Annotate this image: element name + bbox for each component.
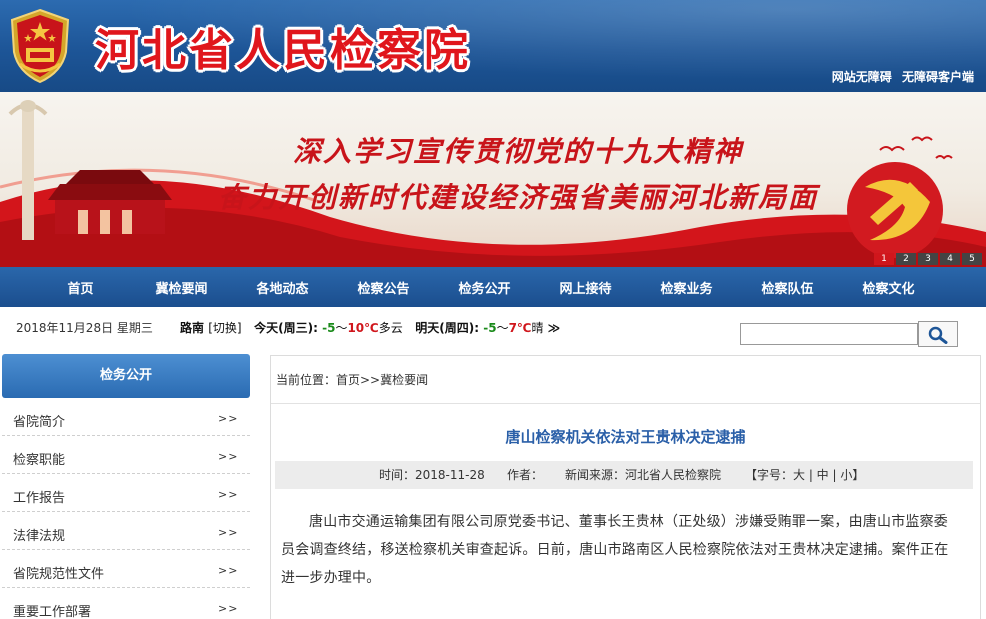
info-bar: 2018年11月28日 星期三 路南 [切换] 今天(周三): -5～10℃多云… xyxy=(0,307,986,347)
divider xyxy=(271,403,980,404)
sidebar-item-laws[interactable]: 法律法规 >> xyxy=(2,512,250,550)
weather-tomorrow-sep: ～ xyxy=(496,321,509,335)
weather-today-high: 10℃ xyxy=(347,321,379,335)
chevron-right-icon: >> xyxy=(218,564,239,577)
weather-tomorrow-low: -5 xyxy=(483,321,497,335)
current-date: 2018年11月28日 星期三 xyxy=(16,321,153,335)
weather-switch-link[interactable]: [切换] xyxy=(208,321,241,335)
nav-affairs-disclosure[interactable]: 检务公开 xyxy=(434,278,535,297)
breadcrumb: 当前位置：首页>>冀检要闻 xyxy=(276,373,429,387)
article-body: 唐山市交通运输集团有限公司原党委书记、董事长王贵林（正处级）涉嫌受贿罪一案，由唐… xyxy=(281,514,949,586)
weather-today-cond: 多云 xyxy=(378,321,403,335)
slide-dot-2[interactable]: 2 xyxy=(896,253,916,265)
article-meta: 时间：2018-11-28 作者： 新闻来源：河北省人民检察院 【字号：大 | … xyxy=(275,461,973,489)
banner-slogan-line1: 深入学习宣传贯彻党的十九大精神 xyxy=(292,135,743,168)
slide-dot-1[interactable]: 1 xyxy=(874,253,894,265)
article-author: 作者： xyxy=(507,468,544,482)
sidebar-item-label: 重要工作部署 xyxy=(13,605,92,619)
sidebar-item-label: 省院规范性文件 xyxy=(13,567,105,582)
slide-dot-4[interactable]: 4 xyxy=(940,253,960,265)
nav-culture[interactable]: 检察文化 xyxy=(838,278,939,297)
sidebar-heading: 检务公开 xyxy=(2,354,250,398)
nav-provincial-news[interactable]: 冀检要闻 xyxy=(131,278,232,297)
accessibility-client-link[interactable]: 无障碍客户端 xyxy=(902,70,974,84)
sidebar-item-label: 工作报告 xyxy=(13,491,66,506)
main-nav: 首页 冀检要闻 各地动态 检察公告 检务公开 网上接待 检察业务 检察队伍 检察… xyxy=(0,267,986,307)
site-header: 河北省人民检察院 网站无障碍 无障碍客户端 xyxy=(0,0,986,92)
font-size-switcher[interactable]: 【字号：大 | 中 | 小】 xyxy=(745,461,864,489)
article-source: 新闻来源：河北省人民检察院 xyxy=(565,468,722,482)
sidebar-item-overview[interactable]: 省院简介 >> xyxy=(2,398,250,436)
weather-tomorrow-label: 明天(周四): xyxy=(415,321,480,335)
nav-local-news[interactable]: 各地动态 xyxy=(232,278,333,297)
sidebar-item-label: 法律法规 xyxy=(13,529,66,544)
article-panel: 当前位置：首页>>冀检要闻 唐山检察机关依法对王贵林决定逮捕 时间：2018-1… xyxy=(270,355,981,619)
weather-today-low: -5 xyxy=(322,321,336,335)
sidebar-item-label: 省院简介 xyxy=(13,415,66,430)
slide-dot-5[interactable]: 5 xyxy=(962,253,982,265)
weather-tomorrow-cond: 晴 xyxy=(531,321,544,335)
sidebar-item-functions[interactable]: 检察职能 >> xyxy=(2,436,250,474)
sidebar-item-label: 检察职能 xyxy=(13,453,66,468)
weather-more-icon[interactable]: ≫ xyxy=(548,321,561,335)
search-icon xyxy=(928,326,948,344)
chevron-right-icon: >> xyxy=(218,450,239,463)
chevron-right-icon: >> xyxy=(218,412,239,425)
weather-widget: 路南 [切换] 今天(周三): -5～10℃多云 明天(周四): -5～7℃晴 … xyxy=(180,319,560,336)
chevron-right-icon: >> xyxy=(218,526,239,539)
sidebar: 检务公开 省院简介 >> 检察职能 >> 工作报告 >> 法律法规 >> 省院规… xyxy=(2,354,250,619)
article-title: 唐山检察机关依法对王贵林决定逮捕 xyxy=(505,428,746,446)
weather-tomorrow-high: 7℃ xyxy=(508,321,532,335)
nav-procuratorial-business[interactable]: 检察业务 xyxy=(636,278,737,297)
banner-slogan-line2: 奋力开创新时代建设经济强省美丽河北新局面 xyxy=(217,181,818,214)
chevron-right-icon: >> xyxy=(218,602,239,615)
accessibility-links: 网站无障碍 无障碍客户端 xyxy=(826,68,974,85)
search-input[interactable] xyxy=(740,323,918,345)
article-time: 时间：2018-11-28 xyxy=(379,468,485,482)
banner-slideshow[interactable]: 深入学习宣传贯彻党的十九大精神 奋力开创新时代建设经济强省美丽河北新局面 1 2… xyxy=(0,92,986,267)
slide-dot-3[interactable]: 3 xyxy=(918,253,938,265)
nav-team[interactable]: 检察队伍 xyxy=(737,278,838,297)
slide-indicators: 1 2 3 4 5 xyxy=(874,253,982,265)
search-button[interactable] xyxy=(918,321,958,347)
accessibility-link[interactable]: 网站无障碍 xyxy=(832,70,892,84)
sidebar-item-key-deployments[interactable]: 重要工作部署 >> xyxy=(2,588,250,619)
procuratorate-emblem-icon xyxy=(10,8,70,84)
site-title: 河北省人民检察院 xyxy=(95,25,471,76)
sidebar-item-normative-documents[interactable]: 省院规范性文件 >> xyxy=(2,550,250,588)
nav-announcements[interactable]: 检察公告 xyxy=(333,278,434,297)
nav-online-reception[interactable]: 网上接待 xyxy=(535,278,636,297)
weather-today-sep: ～ xyxy=(335,321,348,335)
nav-home[interactable]: 首页 xyxy=(30,278,131,297)
weather-today-label: 今天(周三): xyxy=(254,321,318,335)
sidebar-item-work-reports[interactable]: 工作报告 >> xyxy=(2,474,250,512)
weather-city: 路南 xyxy=(180,321,205,335)
chevron-right-icon: >> xyxy=(218,488,239,501)
